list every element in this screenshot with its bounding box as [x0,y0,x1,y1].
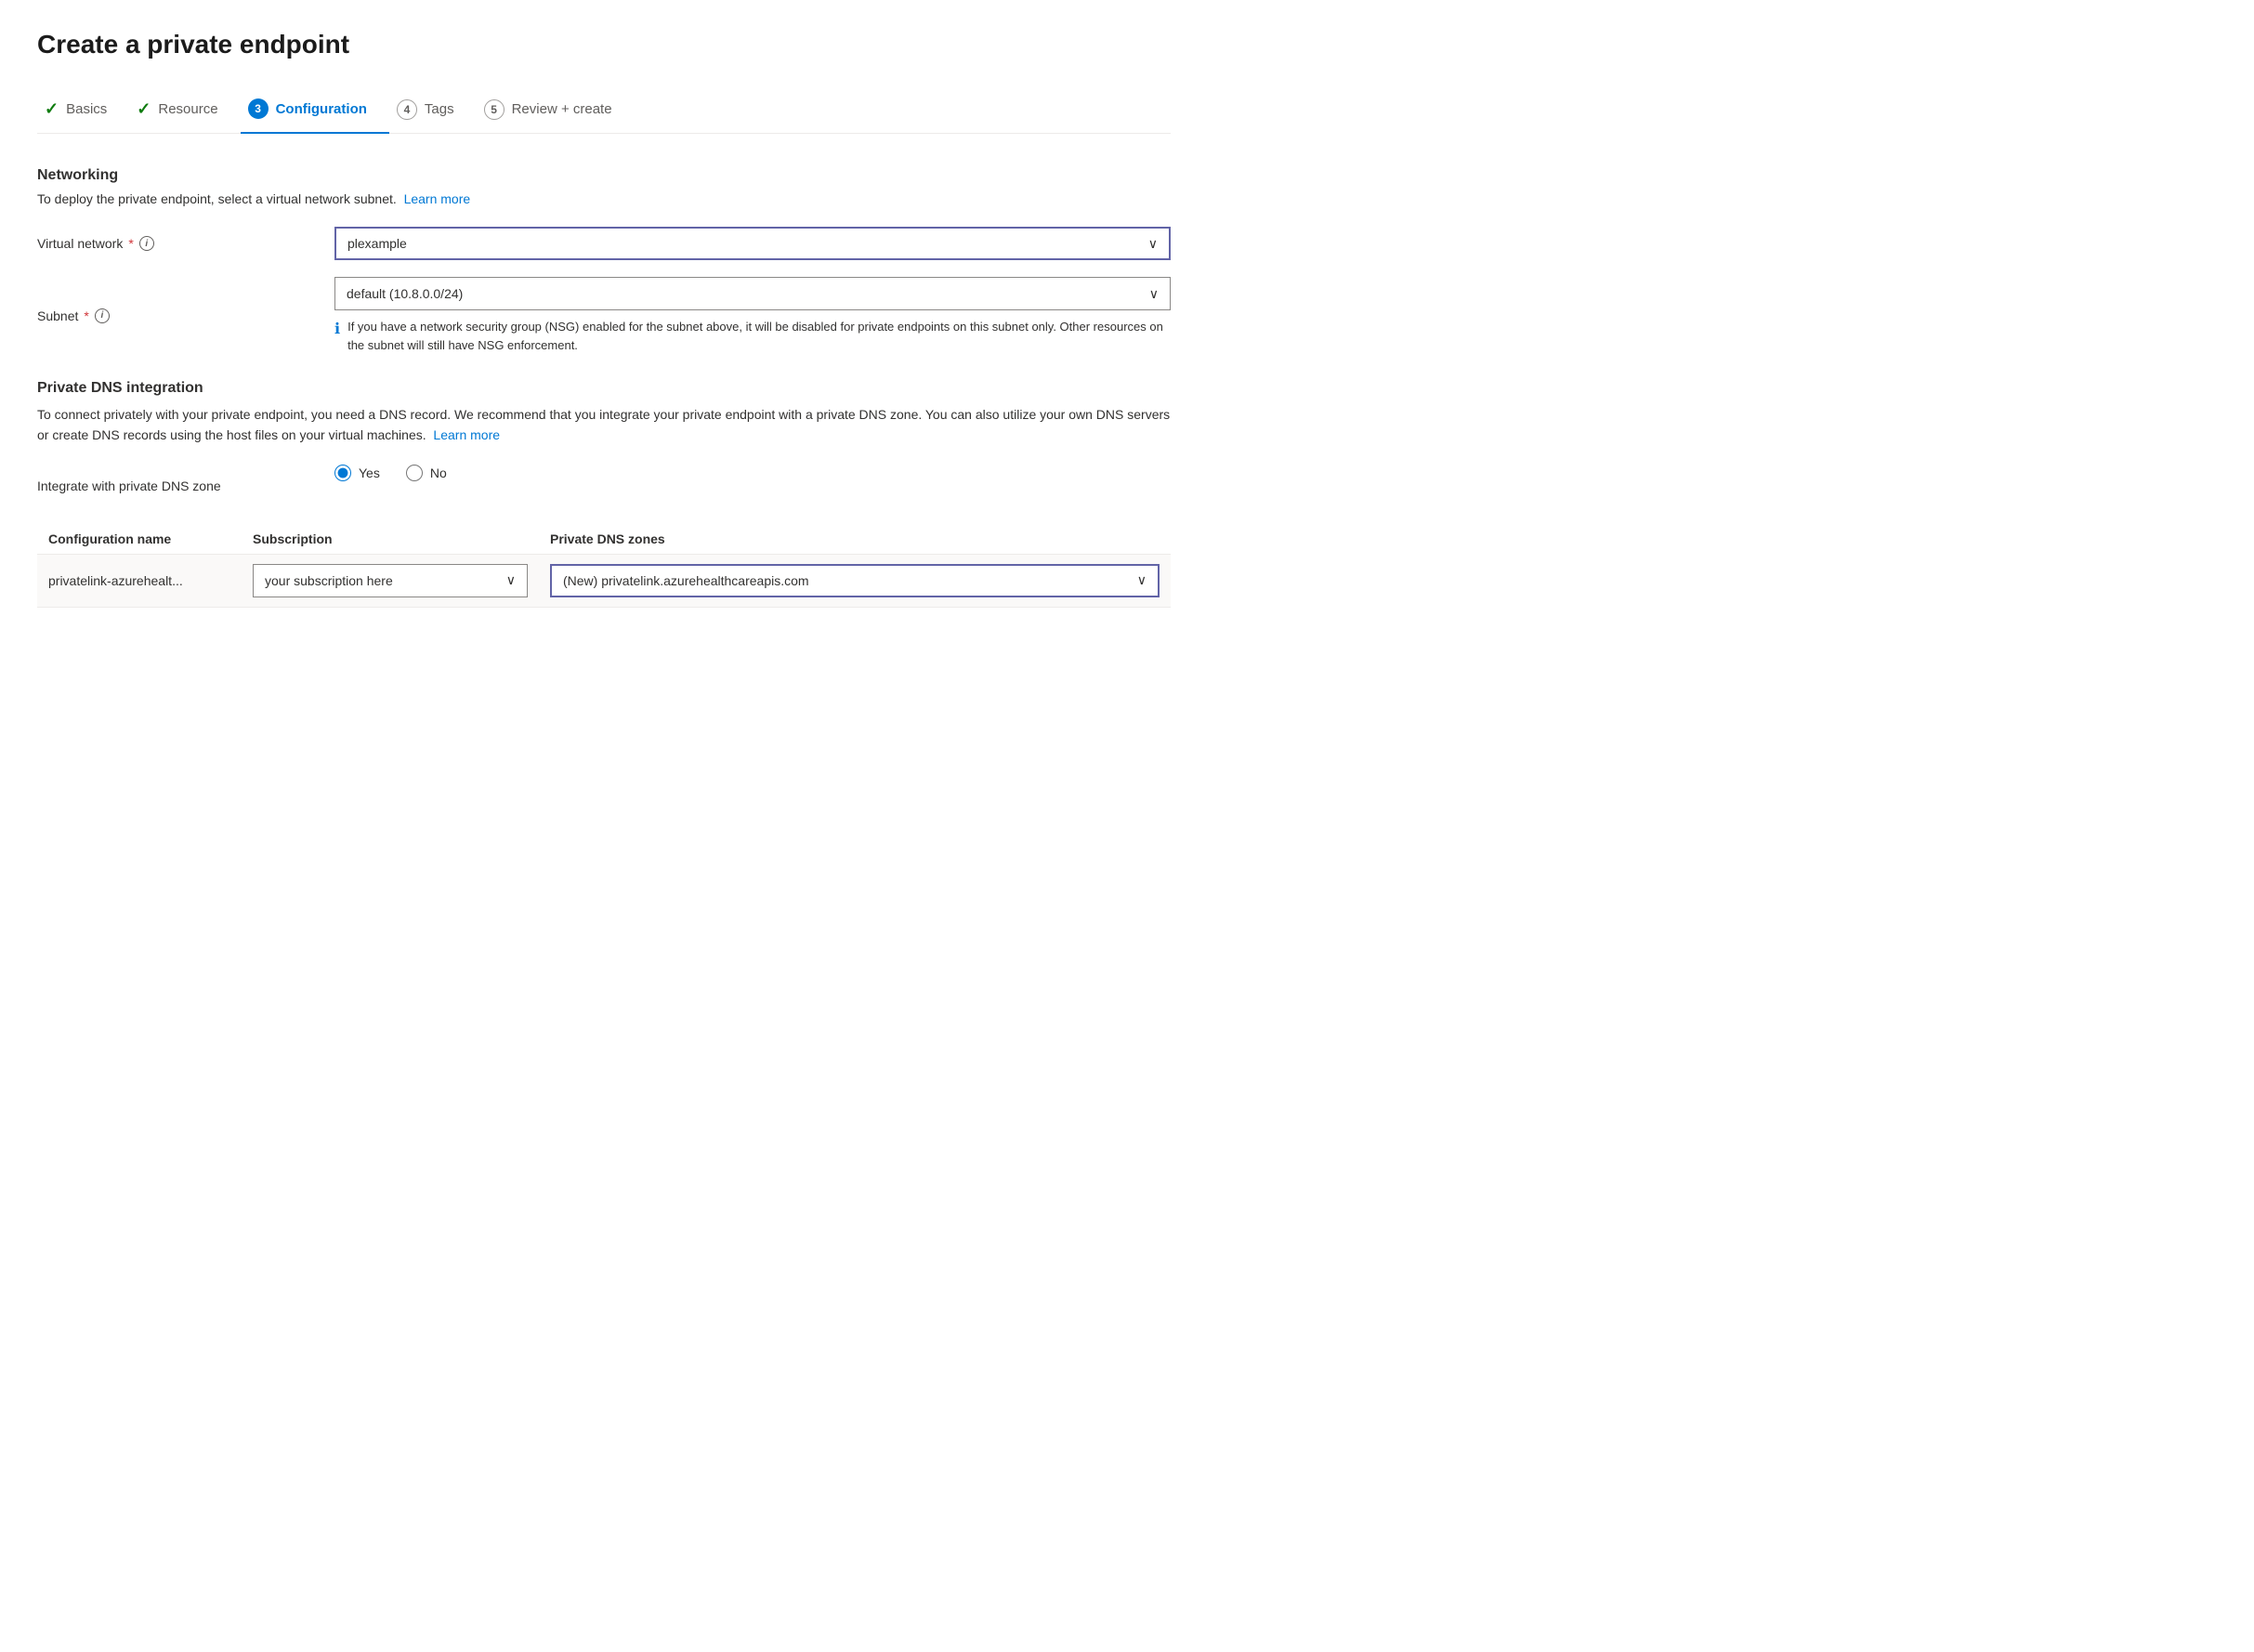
subscription-value: your subscription here [265,573,393,588]
tab-review-create-label: Review + create [512,101,612,117]
virtual-network-value: plexample [347,236,407,251]
virtual-network-info-icon[interactable]: i [139,236,154,251]
dns-row-config-name: privatelink-azurehealt... [37,554,242,607]
tab-tags-label: Tags [425,101,454,117]
subnet-value: default (10.8.0.0/24) [347,286,463,301]
subscription-chevron-icon: ∨ [506,572,516,588]
table-row: privatelink-azurehealt... your subscript… [37,554,1171,607]
virtual-network-dropdown[interactable]: plexample ∨ [334,227,1171,260]
dns-radio-group: Yes No [334,465,1171,507]
dns-col-subscription: Subscription [242,524,539,555]
resource-check-icon: ✓ [137,99,151,119]
tab-configuration[interactable]: 3 Configuration [241,89,389,134]
subnet-control: default (10.8.0.0/24) ∨ ℹ If you have a … [334,277,1171,354]
dns-table: Configuration name Subscription Private … [37,524,1171,608]
tab-basics-label: Basics [66,101,107,117]
virtual-network-control: plexample ∨ [334,227,1171,260]
dns-section: Private DNS integration To connect priva… [37,380,1171,608]
dns-zones-dropdown[interactable]: (New) privatelink.azurehealthcareapis.co… [550,564,1160,597]
nsg-info-circle-icon: ℹ [334,319,340,354]
subnet-info-icon[interactable]: i [95,308,110,323]
dns-table-header-row: Configuration name Subscription Private … [37,524,1171,555]
basics-check-icon: ✓ [45,99,59,119]
dns-no-option[interactable]: No [406,465,447,481]
dns-col-config-name: Configuration name [37,524,242,555]
subnet-label: Subnet * i [37,308,334,323]
virtual-network-required: * [128,236,133,251]
dns-zones-value: (New) privatelink.azurehealthcareapis.co… [563,573,809,588]
nsg-info-box: ℹ If you have a network security group (… [334,318,1171,354]
dns-no-label: No [430,465,447,480]
tab-resource[interactable]: ✓ Resource [129,90,240,132]
review-step-circle: 5 [484,99,505,120]
networking-section: Networking To deploy the private endpoin… [37,167,1171,354]
tags-step-circle: 4 [397,99,417,120]
tab-basics[interactable]: ✓ Basics [37,90,129,132]
dns-radio-options: Yes No [334,465,1171,481]
tab-review-create[interactable]: 5 Review + create [477,90,635,133]
dns-learn-more-link[interactable]: Learn more [433,427,500,442]
tab-tags[interactable]: 4 Tags [389,90,477,133]
dns-integrate-row: Integrate with private DNS zone Yes No [37,465,1171,507]
dns-description: To connect privately with your private e… [37,404,1171,446]
page-title: Create a private endpoint [37,30,1171,59]
dns-yes-option[interactable]: Yes [334,465,380,481]
tab-resource-label: Resource [158,101,217,117]
subnet-row: Subnet * i default (10.8.0.0/24) ∨ ℹ If … [37,277,1171,354]
nsg-info-text: If you have a network security group (NS… [347,318,1171,354]
tab-configuration-label: Configuration [276,101,367,117]
subnet-dropdown[interactable]: default (10.8.0.0/24) ∨ [334,277,1171,310]
dns-no-radio[interactable] [406,465,423,481]
networking-title: Networking [37,167,1171,184]
dns-table-head: Configuration name Subscription Private … [37,524,1171,555]
virtual-network-label: Virtual network * i [37,236,334,251]
dns-yes-radio[interactable] [334,465,351,481]
subnet-chevron-icon: ∨ [1149,286,1159,302]
subscription-dropdown[interactable]: your subscription here ∨ [253,564,528,597]
wizard-tabs: ✓ Basics ✓ Resource 3 Configuration 4 Ta… [37,89,1171,134]
dns-col-zones: Private DNS zones [539,524,1171,555]
dns-row-subscription-cell: your subscription here ∨ [242,554,539,607]
dns-row-zones-cell: (New) privatelink.azurehealthcareapis.co… [539,554,1171,607]
virtual-network-chevron-icon: ∨ [1148,236,1158,252]
virtual-network-row: Virtual network * i plexample ∨ [37,227,1171,260]
dns-yes-label: Yes [359,465,380,480]
dns-title: Private DNS integration [37,380,1171,397]
configuration-step-circle: 3 [248,98,269,119]
dns-table-body: privatelink-azurehealt... your subscript… [37,554,1171,607]
networking-description: To deploy the private endpoint, select a… [37,191,1171,206]
subnet-required: * [84,308,88,323]
dns-integrate-label: Integrate with private DNS zone [37,479,334,493]
networking-learn-more-link[interactable]: Learn more [404,191,471,206]
dns-zones-chevron-icon: ∨ [1137,572,1147,588]
